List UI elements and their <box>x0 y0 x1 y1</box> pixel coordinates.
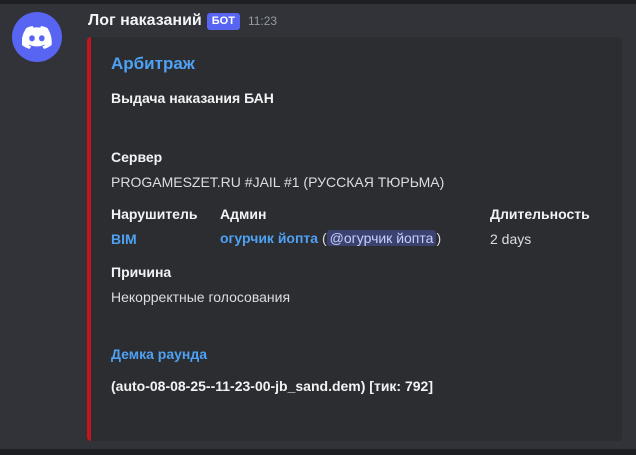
server-field-value: PROGAMESZET.RU #JAIL #1 (РУССКАЯ ТЮРЬМА) <box>111 174 445 190</box>
discord-logo-icon <box>22 25 52 49</box>
offender-link[interactable]: BIM <box>111 231 137 247</box>
embed-description: Выдача наказания БАН <box>111 90 274 106</box>
admin-close-paren: ) <box>436 230 442 246</box>
bot-badge: БОТ <box>206 12 240 30</box>
offender-field-name: Нарушитель <box>111 206 198 222</box>
message-timestamp[interactable]: 11:23 <box>248 14 277 28</box>
demo-field-name: Демка раунда <box>111 346 208 362</box>
admin-link[interactable]: огурчик йопта <box>220 230 318 246</box>
author-name[interactable]: Лог наказаний <box>88 12 202 30</box>
server-field-name: Сервер <box>111 149 163 165</box>
duration-field-value: 2 days <box>490 231 532 247</box>
reason-field-name: Причина <box>111 264 172 280</box>
avatar[interactable] <box>12 12 62 62</box>
top-divider <box>0 0 636 4</box>
demo-field-value: (auto-08-08-25--11-23-00-jb_sand.dem) [т… <box>111 378 434 394</box>
reason-field-value: Некорректные голосования <box>111 289 291 305</box>
embed-card: Арбитраж Выдача наказания БАН Сервер PRO… <box>87 37 622 441</box>
bottom-divider <box>0 449 636 455</box>
embed-title: Арбитраж <box>111 54 195 73</box>
admin-field-value: огурчик йопта (@огурчик йопта) <box>220 230 441 246</box>
admin-mention[interactable]: @огурчик йопта <box>326 230 437 246</box>
admin-open-paren: ( <box>321 230 327 246</box>
admin-field-name: Админ <box>220 206 267 222</box>
duration-field-name: Длительность <box>490 206 590 222</box>
message-header: Лог наказаний БОТ 11:23 <box>88 9 277 33</box>
